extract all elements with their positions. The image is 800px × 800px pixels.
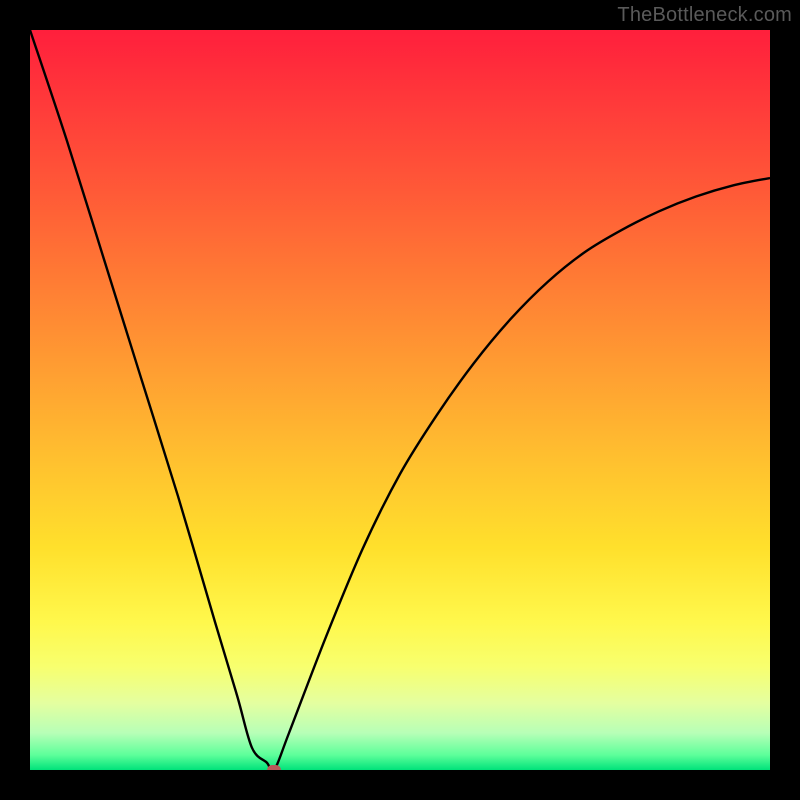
curve-layer — [30, 30, 770, 770]
optimum-marker — [267, 765, 281, 770]
bottleneck-curve — [30, 30, 770, 770]
plot-area — [30, 30, 770, 770]
watermark-text: TheBottleneck.com — [617, 4, 792, 27]
chart-frame: TheBottleneck.com — [0, 0, 800, 800]
